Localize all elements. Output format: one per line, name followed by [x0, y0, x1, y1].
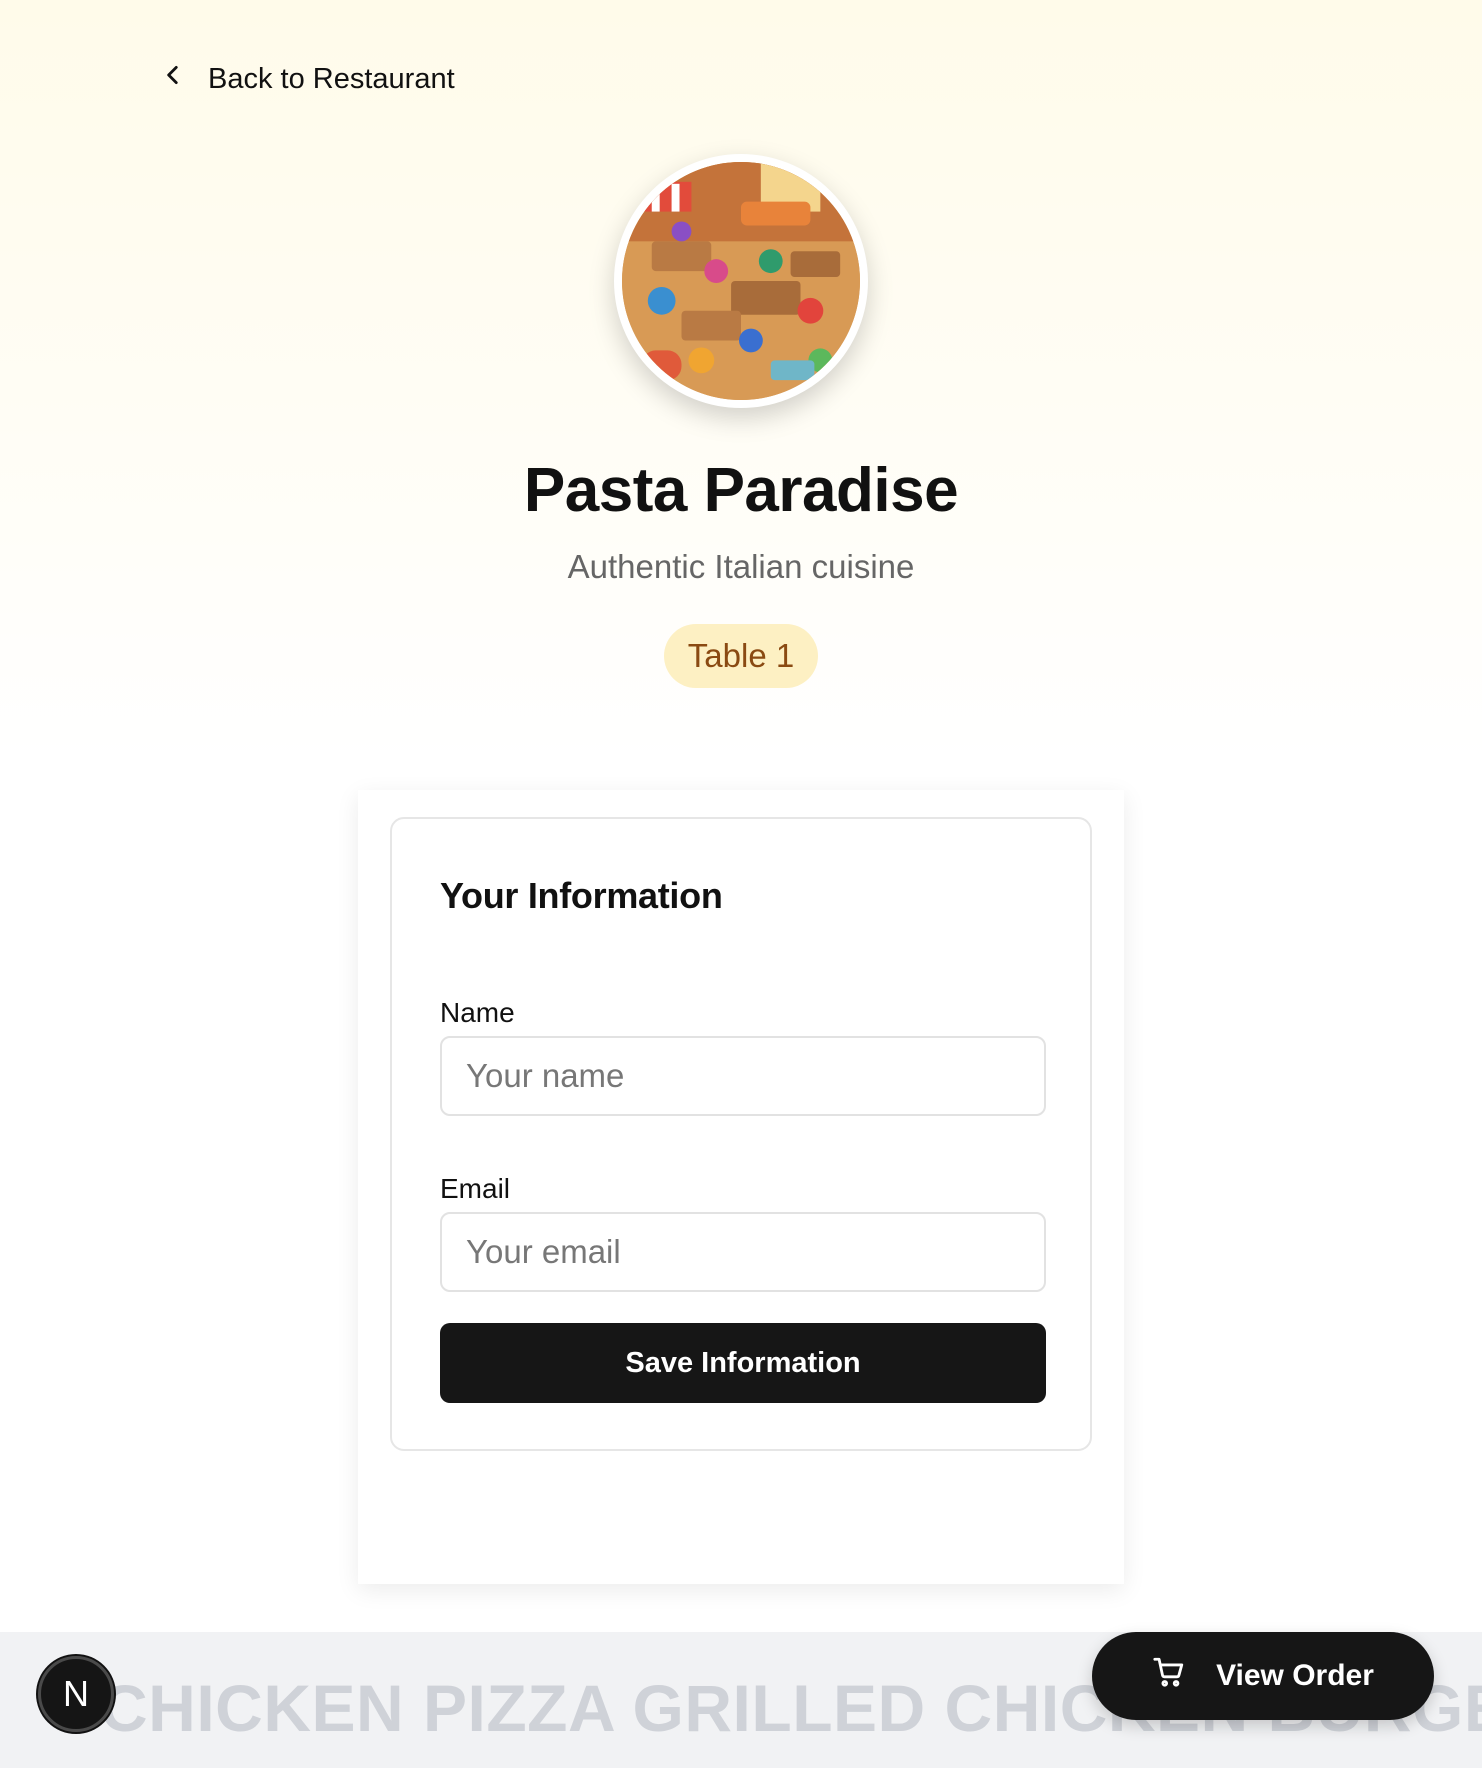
- page: Back to Restaurant Pasta Paradise Authen…: [0, 0, 1482, 1768]
- table-badge: Table 1: [664, 624, 818, 688]
- restaurant-image: [614, 154, 868, 408]
- form-title: Your Information: [440, 875, 723, 916]
- view-order-button[interactable]: View Order: [1092, 1632, 1434, 1720]
- restaurant-description: Authentic Italian cuisine: [567, 548, 915, 585]
- dev-tools-badge[interactable]: N: [38, 1656, 114, 1732]
- name-label: Name: [440, 997, 515, 1028]
- name-input[interactable]: [440, 1036, 1046, 1116]
- restaurant-name: Pasta Paradise: [523, 456, 959, 525]
- your-information-card: Your Information Name Email Save Informa…: [390, 817, 1092, 1451]
- chevron-left-icon: [160, 62, 186, 96]
- back-link-label: Back to Restaurant: [208, 62, 455, 95]
- cart-icon: [1152, 1655, 1186, 1697]
- back-to-restaurant-link[interactable]: Back to Restaurant: [160, 62, 455, 96]
- email-label: Email: [440, 1173, 511, 1204]
- view-order-label: View Order: [1216, 1659, 1374, 1692]
- save-information-button[interactable]: Save Information: [440, 1323, 1046, 1403]
- email-input[interactable]: [440, 1212, 1046, 1292]
